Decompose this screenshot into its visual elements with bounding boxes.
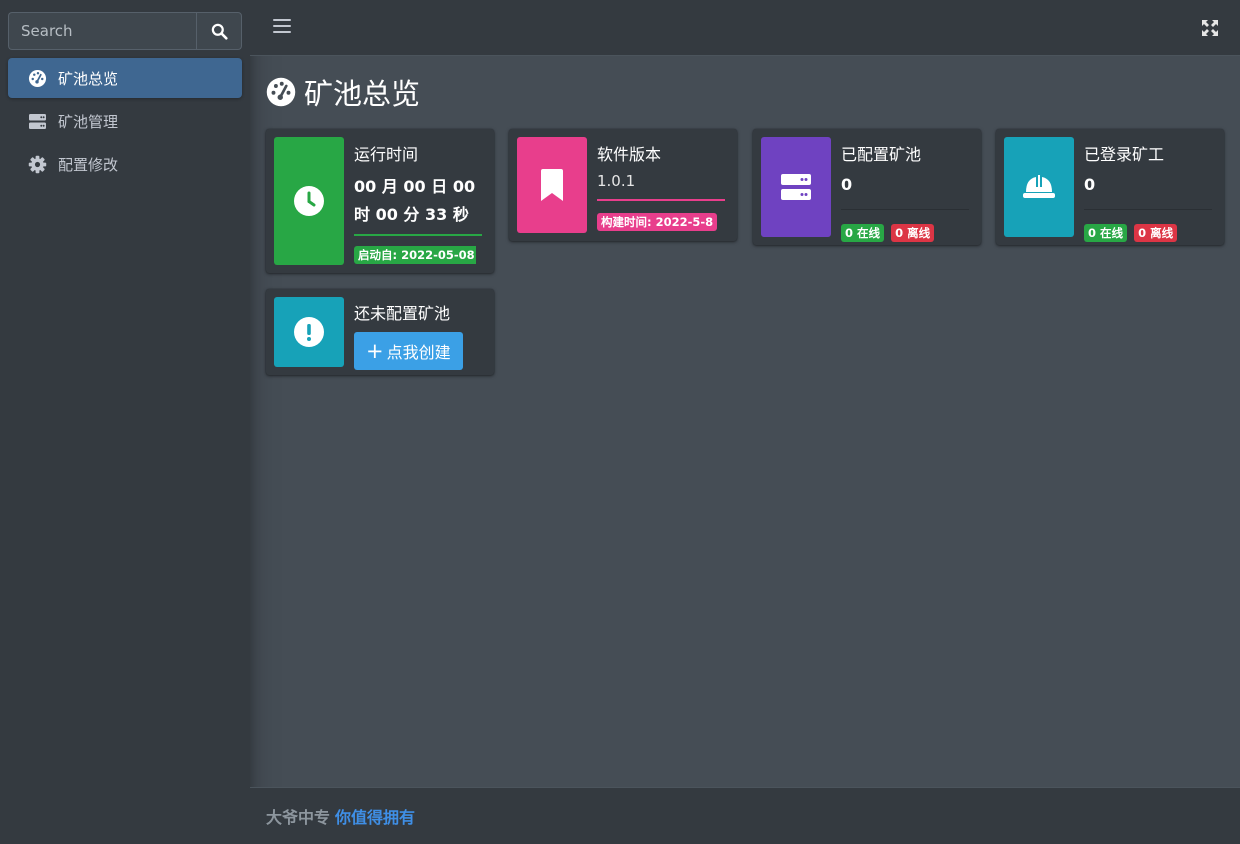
workers-card: 已登录矿工 0 0 在线 0 离线	[996, 129, 1224, 245]
configured-pools-card: 已配置矿池 0 0 在线 0 离线	[753, 129, 981, 245]
version-value: 1.0.1	[597, 172, 636, 190]
page-title-text: 矿池总览	[304, 77, 421, 111]
sidebar-nav: 矿池总览 矿池管理 配置修改	[8, 58, 242, 187]
no-pool-icon-box	[274, 297, 344, 367]
plus-icon: +	[366, 338, 384, 363]
workers-divider	[1084, 209, 1212, 210]
create-pool-button-label: 点我创建	[386, 343, 451, 362]
pools-icon-box	[761, 137, 831, 237]
workers-online-badge: 0 在线	[1084, 224, 1128, 242]
page-title: 矿池总览	[266, 72, 420, 112]
no-pool-label: 还未配置矿池	[354, 304, 451, 323]
pools-value: 0	[841, 175, 853, 194]
create-pool-button[interactable]: + 点我创建	[354, 332, 463, 370]
search-input[interactable]	[8, 12, 196, 50]
sidebar-item-overview[interactable]: 矿池总览	[8, 58, 242, 98]
workers-label: 已登录矿工	[1084, 145, 1165, 164]
workers-offline-badge: 0 离线	[1134, 224, 1178, 242]
clock-icon	[294, 186, 324, 216]
workers-icon-box	[1004, 137, 1074, 237]
version-icon-box	[517, 137, 587, 233]
uptime-value-line1: 00 月 00 日 00	[354, 177, 476, 196]
bookmark-icon	[541, 169, 563, 201]
uptime-value-line2: 时 00 分 33 秒	[354, 205, 469, 224]
search-button[interactable]	[196, 12, 242, 50]
pools-online-badge: 0 在线	[841, 224, 885, 242]
server-icon	[781, 174, 811, 200]
no-pool-card: 还未配置矿池 + 点我创建	[266, 289, 494, 375]
dashboard-icon	[27, 68, 47, 88]
gear-icon	[27, 154, 47, 174]
dashboard-icon	[266, 77, 296, 107]
uptime-card: 运行时间 00 月 00 日 00 时 00 分 33 秒 启动自: 2022-…	[266, 129, 494, 273]
exclamation-icon	[294, 317, 324, 347]
footer: 大爷中专 你值得拥有	[250, 787, 1240, 844]
sidebar-item-pool-management[interactable]: 矿池管理	[8, 101, 242, 141]
footer-link[interactable]: 你值得拥有	[335, 804, 415, 828]
sidebar-item-config[interactable]: 配置修改	[8, 144, 242, 184]
server-icon	[27, 111, 47, 131]
workers-value: 0	[1084, 175, 1096, 194]
uptime-icon-box	[274, 137, 344, 265]
hard-hat-icon	[1023, 175, 1055, 198]
sidebar-item-label: 矿池总览	[58, 69, 119, 88]
uptime-progress-bar	[354, 234, 482, 236]
sidebar: 矿池总览 矿池管理	[0, 0, 250, 844]
top-navbar	[250, 0, 1240, 56]
pools-divider	[841, 209, 969, 210]
version-card: 软件版本 1.0.1 构建时间: 2022-5-8	[509, 129, 737, 241]
expand-icon[interactable]	[1202, 20, 1218, 36]
search-icon	[211, 23, 228, 40]
hamburger-icon[interactable]	[273, 19, 291, 37]
uptime-label: 运行时间	[354, 145, 419, 164]
search-bar	[8, 12, 242, 50]
pools-label: 已配置矿池	[841, 145, 922, 164]
pools-offline-badge: 0 离线	[891, 224, 935, 242]
version-label: 软件版本	[597, 145, 662, 164]
sidebar-item-label: 配置修改	[58, 155, 119, 174]
sidebar-item-label: 矿池管理	[58, 112, 119, 131]
uptime-start-badge: 启动自: 2022-05-08 1	[354, 246, 476, 264]
version-progress-bar	[597, 199, 725, 201]
build-time-badge: 构建时间: 2022-5-8	[597, 213, 718, 231]
footer-text: 大爷中专	[266, 808, 331, 827]
